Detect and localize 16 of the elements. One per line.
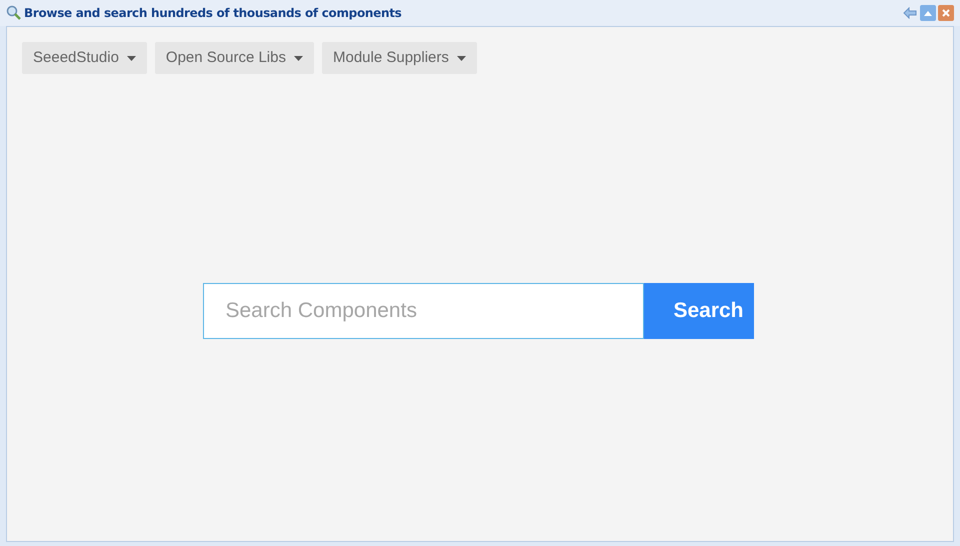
dropdown-button[interactable]: SeeedStudio bbox=[22, 42, 147, 74]
close-button[interactable] bbox=[938, 5, 954, 21]
search-field[interactable]: Search Components bbox=[202, 283, 644, 339]
back-arrow-icon bbox=[903, 7, 917, 19]
dropdown-button[interactable]: Open Source Libs bbox=[154, 42, 314, 74]
caret-down-icon bbox=[456, 56, 466, 60]
close-icon bbox=[942, 9, 950, 17]
search-icon bbox=[6, 5, 22, 21]
caret-up-icon bbox=[924, 10, 932, 16]
window-title: Browse and search hundreds of thousands of components bbox=[24, 5, 402, 22]
back-button[interactable] bbox=[902, 5, 918, 21]
maximize-button[interactable] bbox=[920, 5, 936, 21]
caret-down-icon bbox=[126, 56, 136, 60]
search-button[interactable]: Search bbox=[644, 283, 754, 339]
caret-down-icon bbox=[294, 56, 303, 60]
dropdown-button[interactable]: Module Suppliers bbox=[322, 42, 477, 74]
